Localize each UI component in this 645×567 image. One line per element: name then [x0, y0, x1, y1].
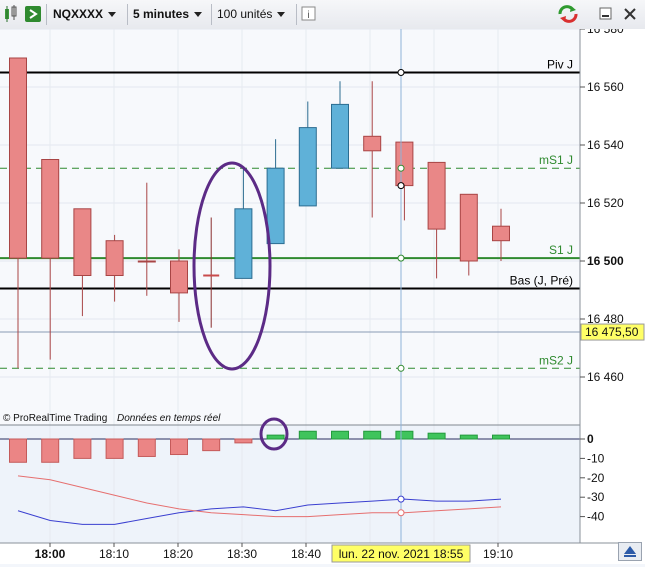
level-label-bas: Bas (J, Pré): [510, 274, 573, 288]
indicator-tick-label: -10: [587, 451, 605, 465]
histogram-bar: [363, 430, 382, 440]
histogram-bar: [41, 438, 60, 463]
histogram-bar: [331, 430, 349, 440]
quantity-label: 100 unités: [217, 7, 273, 21]
time-tick-label: 18:10: [99, 547, 129, 561]
refresh-icon[interactable]: [556, 4, 580, 25]
time-tick-label: 18:30: [227, 547, 257, 561]
indicator-tick-label: -40: [587, 510, 605, 524]
histogram-bar: [170, 438, 188, 456]
instrument-selector[interactable]: NQXXXX: [53, 4, 117, 25]
indicator-tick-label: -30: [587, 490, 605, 504]
histogram-bar: [202, 438, 221, 452]
histogram-bar: [395, 430, 414, 440]
price-tick-label: 16 500: [587, 254, 624, 268]
time-tick-label: 18:40: [291, 547, 321, 561]
histogram-bar: [427, 432, 446, 440]
level-label-piv: Piv J: [547, 58, 573, 72]
histogram-bar: [105, 438, 124, 459]
svg-text:i: i: [307, 10, 309, 21]
candle-body: [266, 167, 285, 245]
time-tick-label: 19:10: [483, 547, 513, 561]
candle-body: [298, 127, 317, 207]
crosshair-marker: [397, 164, 405, 172]
level-label-s1: S1 J: [549, 243, 573, 257]
histogram-bar: [234, 438, 253, 444]
histogram-bar: [73, 438, 92, 459]
level-label-ms1: mS1 J: [539, 153, 573, 167]
price-tick-label: 16 540: [587, 138, 624, 152]
time-tick-label: 18:20: [163, 547, 193, 561]
candle-body: [41, 159, 60, 259]
crosshair-marker-osc: [397, 495, 405, 503]
candle-body: [363, 135, 382, 152]
candle-body: [170, 260, 188, 294]
chart-area[interactable]: Piv J mS1 J S1 J Bas (J, Pré) mS2 J 16 580 16…: [0, 22, 645, 564]
candle-body: [137, 260, 156, 263]
price-tick-label: 16 460: [587, 370, 624, 384]
candle-body: [105, 240, 124, 276]
candle-body: [234, 208, 253, 279]
price-tick-label: 16 560: [587, 80, 624, 94]
close-icon[interactable]: [620, 4, 640, 25]
price-tick-label: 16 520: [587, 196, 624, 210]
candle-body: [9, 57, 27, 259]
level-label-ms2: mS2 J: [539, 353, 573, 367]
crosshair-marker: [397, 364, 405, 372]
indicator-tick-label: -20: [587, 471, 605, 485]
candle-body: [395, 141, 414, 187]
chart-type-icon[interactable]: [3, 4, 19, 25]
candle-body: [331, 103, 349, 169]
watermark-brand: © ProRealTime Trading: [3, 413, 107, 424]
watermark-data: Données en temps réel: [117, 413, 221, 424]
scroll-up-button[interactable]: [618, 542, 642, 561]
quantity-selector[interactable]: 100 unités: [217, 4, 286, 25]
histogram-bar: [459, 434, 478, 440]
crosshair-marker: [397, 182, 405, 190]
price-chart[interactable]: Piv J mS1 J S1 J Bas (J, Pré) mS2 J 16 580 16…: [0, 22, 645, 564]
toggle-icon[interactable]: [23, 4, 43, 25]
candle-body: [459, 193, 478, 262]
current-price-label: 16 475,50: [585, 325, 639, 339]
crosshair-marker-osc: [397, 509, 405, 517]
candle-body: [73, 208, 92, 276]
candle-body: [427, 161, 446, 230]
time-tick-label: 18:00: [35, 547, 66, 561]
info-icon[interactable]: i: [301, 4, 317, 25]
timeframe-selector[interactable]: 5 minutes: [133, 4, 203, 25]
timeframe-label: 5 minutes: [133, 7, 190, 21]
minimize-icon[interactable]: [599, 4, 613, 25]
histogram-bar: [492, 434, 510, 440]
candle-body: [492, 225, 510, 242]
toolbar: NQXXXX 5 minutes 100 unités i: [0, 0, 645, 30]
histogram-bar: [137, 438, 156, 457]
indicator-tick-label: 0: [587, 432, 594, 446]
instrument-label: NQXXXX: [53, 7, 104, 21]
histogram-bar: [298, 430, 317, 440]
histogram-bar: [9, 438, 27, 463]
time-cursor-label: lun. 22 nov. 2021 18:55: [339, 547, 464, 561]
crosshair-marker: [397, 254, 405, 262]
histogram-bar: [266, 434, 285, 440]
crosshair-marker: [397, 69, 405, 76]
price-tick-label: 16 580: [587, 29, 624, 36]
